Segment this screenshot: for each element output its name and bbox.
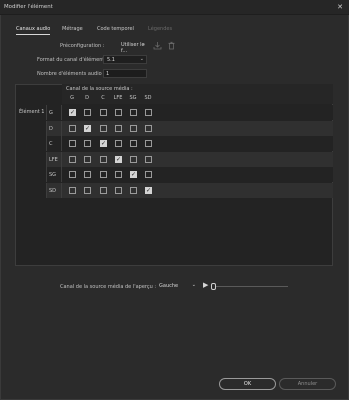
play-icon[interactable]: ▶ bbox=[203, 281, 208, 289]
tab-footage[interactable]: Métrage bbox=[62, 26, 83, 32]
channel-checkbox[interactable] bbox=[100, 109, 107, 116]
preview-channel-label: Canal de la source média de l'aperçu : bbox=[60, 284, 157, 290]
channel-format-label: Format du canal d'élément : bbox=[37, 57, 108, 63]
channel-checkbox[interactable]: ✓ bbox=[115, 155, 122, 163]
window-title: Modifier l'élément bbox=[4, 4, 53, 10]
channel-checkbox[interactable] bbox=[84, 186, 91, 194]
channel-checkbox[interactable] bbox=[145, 140, 152, 147]
channel-checkbox[interactable] bbox=[145, 171, 152, 178]
channel-checkbox[interactable] bbox=[130, 109, 137, 116]
channel-checkbox[interactable]: ✓ bbox=[84, 124, 91, 132]
preview-slider-track[interactable] bbox=[211, 286, 288, 287]
column-header: SD bbox=[144, 95, 152, 101]
matrix-title: Canal de la source média : bbox=[66, 86, 133, 92]
title-bar: Modifier l'élément ✕ bbox=[0, 0, 349, 15]
preview-slider-thumb[interactable] bbox=[211, 283, 216, 290]
preset-dropdown[interactable]: Utiliser le f... ⌄ bbox=[118, 41, 148, 54]
channel-checkbox[interactable] bbox=[130, 186, 137, 194]
column-header: SG bbox=[129, 95, 137, 101]
channel-checkbox[interactable] bbox=[69, 171, 76, 178]
channel-checkbox[interactable] bbox=[115, 124, 122, 132]
close-icon[interactable]: ✕ bbox=[335, 3, 345, 12]
channel-checkbox[interactable] bbox=[100, 186, 107, 194]
tab-audio-channels[interactable]: Canaux audio bbox=[16, 26, 51, 35]
channel-checkbox[interactable] bbox=[69, 124, 76, 132]
channel-checkbox[interactable] bbox=[130, 140, 137, 147]
element-label: Élément 1 bbox=[19, 109, 45, 115]
channel-checkbox[interactable] bbox=[100, 171, 107, 178]
cancel-button[interactable]: Annuler bbox=[279, 378, 336, 390]
chevron-down-icon: ⌄ bbox=[191, 282, 196, 288]
column-header: LFE bbox=[113, 95, 123, 101]
channel-checkbox[interactable] bbox=[145, 109, 152, 116]
channel-checkbox[interactable] bbox=[84, 171, 91, 178]
preview-channel-value: Gauche bbox=[159, 283, 179, 289]
row-label: SG bbox=[46, 167, 62, 182]
channel-checkbox[interactable] bbox=[69, 186, 76, 194]
tab-captions: Légendes bbox=[148, 26, 173, 32]
column-header: C bbox=[101, 95, 105, 101]
column-header: D bbox=[85, 95, 89, 101]
channel-checkbox[interactable] bbox=[115, 109, 122, 116]
column-header: G bbox=[70, 95, 74, 101]
ok-button[interactable]: OK bbox=[219, 378, 276, 390]
channel-checkbox[interactable] bbox=[115, 140, 122, 147]
channel-checkbox[interactable] bbox=[145, 155, 152, 163]
preview-channel-dropdown[interactable]: Gauche ⌄ bbox=[156, 281, 198, 291]
audio-count-input[interactable]: 1 bbox=[103, 69, 147, 78]
channel-checkbox[interactable]: ✓ bbox=[130, 171, 137, 178]
row-label: G bbox=[46, 105, 62, 120]
channel-checkbox[interactable] bbox=[84, 140, 91, 147]
row-label: SD bbox=[46, 182, 62, 198]
channel-checkbox[interactable]: ✓ bbox=[69, 109, 76, 116]
chevron-down-icon: ⌄ bbox=[139, 56, 144, 62]
channel-checkbox[interactable] bbox=[130, 124, 137, 132]
channel-checkbox[interactable] bbox=[69, 155, 76, 163]
channel-checkbox[interactable]: ✓ bbox=[100, 140, 107, 147]
chevron-down-icon: ⌄ bbox=[141, 41, 146, 47]
channel-checkbox[interactable] bbox=[84, 155, 91, 163]
audio-count-label: Nombre d'éléments audio : bbox=[37, 71, 105, 77]
tab-timecode[interactable]: Code temporel bbox=[97, 26, 134, 32]
channel-checkbox[interactable] bbox=[84, 109, 91, 116]
channel-checkbox[interactable] bbox=[115, 171, 122, 178]
row-label: LFE bbox=[46, 151, 62, 167]
channel-checkbox[interactable] bbox=[100, 124, 107, 132]
preset-label: Préconfiguration : bbox=[60, 43, 105, 49]
row-label: D bbox=[46, 120, 62, 136]
channel-checkbox[interactable] bbox=[145, 124, 152, 132]
channel-format-value: 5.1 bbox=[107, 57, 115, 63]
channel-checkbox[interactable]: ✓ bbox=[145, 186, 152, 194]
channel-checkbox[interactable] bbox=[115, 186, 122, 194]
row-label: C bbox=[46, 136, 62, 151]
channel-checkbox[interactable] bbox=[69, 140, 76, 147]
channel-format-dropdown[interactable]: 5.1 ⌄ bbox=[103, 55, 147, 64]
channel-checkbox[interactable] bbox=[130, 155, 137, 163]
save-preset-icon bbox=[153, 41, 162, 50]
channel-checkbox[interactable] bbox=[100, 155, 107, 163]
trash-icon bbox=[167, 41, 176, 50]
